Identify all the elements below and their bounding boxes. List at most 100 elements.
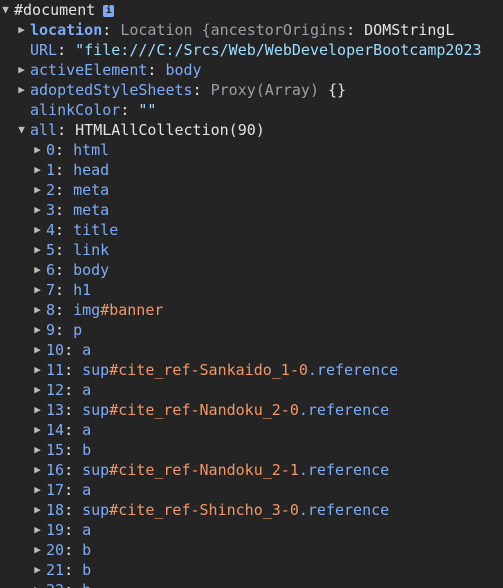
property-value: Location { <box>120 21 211 39</box>
collection-item[interactable]: ▶ 14: a <box>32 420 91 440</box>
collapsed-triangle-icon[interactable]: ▶ <box>32 140 43 160</box>
property-url[interactable]: URL: "file:///C:/Srcs/Web/WebDeveloperBo… <box>16 40 482 60</box>
collection-item[interactable]: ▶ 11: sup#cite_ref-Sankaido_1-0.reference <box>32 360 398 380</box>
collapsed-triangle-icon[interactable]: ▶ <box>16 80 27 100</box>
collection-item[interactable]: ▶ 0: html <box>32 140 109 160</box>
collection-item[interactable]: ▶ 2: meta <box>32 180 109 200</box>
collapsed-triangle-icon[interactable]: ▶ <box>32 400 43 420</box>
collection-separator: : <box>55 141 74 159</box>
collapsed-triangle-icon[interactable]: ▶ <box>32 320 43 340</box>
collection-separator: : <box>64 481 83 499</box>
collection-index: 3 <box>46 201 56 219</box>
collection-index: 2 <box>46 181 56 199</box>
element-tag: a <box>82 341 92 359</box>
property-key: location <box>30 21 103 39</box>
collection-item[interactable]: ▶ 10: a <box>32 340 91 360</box>
property-value: HTMLAllCollection(90) <box>75 121 265 139</box>
element-tag: b <box>82 561 92 579</box>
info-icon[interactable]: i <box>103 4 115 17</box>
collection-item[interactable]: ▶ 6: body <box>32 260 109 280</box>
collection-separator: : <box>64 521 83 539</box>
collapsed-triangle-icon[interactable]: ▶ <box>32 560 43 580</box>
collection-item[interactable]: ▶ 20: b <box>32 540 91 560</box>
element-class: .reference <box>298 501 390 519</box>
collection-item[interactable]: ▶ 4: title <box>32 220 118 240</box>
collapsed-triangle-icon[interactable]: ▶ <box>16 60 27 80</box>
collection-index: 21 <box>46 561 65 579</box>
collapsed-triangle-icon[interactable]: ▶ <box>32 300 43 320</box>
property-value: "file:///C:/Srcs/Web/WebDeveloperBootcam… <box>75 41 482 59</box>
property-detail-value: DOMStringL <box>364 21 455 39</box>
collection-separator: : <box>64 501 83 519</box>
tree-root-document[interactable]: ▼ #document i <box>0 0 115 20</box>
collapsed-triangle-icon[interactable]: ▶ <box>32 240 43 260</box>
collapsed-triangle-icon[interactable]: ▶ <box>32 540 43 560</box>
property-adopted-style-sheets[interactable]: ▶ adoptedStyleSheets: Proxy(Array) {} <box>16 80 346 100</box>
property-value: "" <box>138 101 157 119</box>
property-location[interactable]: ▶ location: Location {ancestorOrigins: DO… <box>16 20 454 40</box>
property-key: alinkColor <box>30 101 121 119</box>
collection-item[interactable]: ▶ 7: h1 <box>32 280 91 300</box>
collapsed-triangle-icon[interactable]: ▶ <box>32 160 43 180</box>
collection-item[interactable]: ▶ 9: p <box>32 320 82 340</box>
property-separator: : <box>192 81 211 99</box>
collapsed-triangle-icon[interactable]: ▶ <box>16 20 27 40</box>
expanded-triangle-icon[interactable]: ▼ <box>0 0 11 20</box>
collection-separator: : <box>55 221 74 239</box>
collapsed-triangle-icon[interactable]: ▶ <box>32 440 43 460</box>
collapsed-triangle-icon[interactable]: ▶ <box>32 500 43 520</box>
collapsed-triangle-icon[interactable]: ▶ <box>32 200 43 220</box>
element-tag: head <box>73 161 110 179</box>
property-separator: : <box>57 41 76 59</box>
collection-index: 13 <box>46 401 65 419</box>
collapsed-triangle-icon[interactable]: ▶ <box>32 280 43 300</box>
collection-item[interactable]: ▶22: b <box>32 580 91 588</box>
collapsed-triangle-icon[interactable]: ▶ <box>32 480 43 500</box>
collection-index: 9 <box>46 321 56 339</box>
element-id: #cite_ref-Nandoku_2-0 <box>109 401 299 419</box>
element-tag: title <box>73 221 119 239</box>
collection-item[interactable]: ▶ 17: a <box>32 480 91 500</box>
element-tag: h1 <box>73 281 92 299</box>
collection-index: 11 <box>46 361 65 379</box>
collection-item[interactable]: ▶ 3: meta <box>32 200 109 220</box>
collapsed-triangle-icon[interactable]: ▶ <box>32 460 43 480</box>
property-active-element[interactable]: ▶ activeElement: body <box>16 60 202 80</box>
collection-item[interactable]: ▶ 21: b <box>32 560 91 580</box>
collection-separator: : <box>64 381 83 399</box>
collapsed-triangle-icon[interactable]: ▶ <box>32 260 43 280</box>
collection-item[interactable]: ▶ 1: head <box>32 160 109 180</box>
collapsed-triangle-icon[interactable]: ▶ <box>32 380 43 400</box>
element-tag: link <box>73 241 110 259</box>
collection-item[interactable]: ▶ 15: b <box>32 440 91 460</box>
property-value: body <box>165 61 202 79</box>
collection-separator: : <box>55 161 74 179</box>
collection-separator: : <box>55 321 74 339</box>
collapsed-triangle-icon[interactable]: ▶ <box>32 580 43 588</box>
property-all[interactable]: ▼ all: HTMLAllCollection(90) <box>16 120 265 140</box>
collection-item[interactable]: ▶ 13: sup#cite_ref-Nandoku_2-0.reference <box>32 400 389 420</box>
collapsed-triangle-icon[interactable]: ▶ <box>32 520 43 540</box>
collection-index: 19 <box>46 521 65 539</box>
collapsed-triangle-icon[interactable]: ▶ <box>32 180 43 200</box>
collapsed-triangle-icon[interactable]: ▶ <box>32 360 43 380</box>
collection-index: 6 <box>46 261 56 279</box>
collapsed-triangle-icon[interactable]: ▶ <box>32 220 43 240</box>
element-tag: body <box>73 261 110 279</box>
collection-separator: : <box>64 441 83 459</box>
collection-index: 15 <box>46 441 65 459</box>
collection-item[interactable]: ▶ 5: link <box>32 240 109 260</box>
element-id: #cite_ref-Nandoku_2-1 <box>109 461 299 479</box>
collection-item[interactable]: ▶ 19: a <box>32 520 91 540</box>
collapsed-triangle-icon[interactable]: ▶ <box>32 340 43 360</box>
property-separator: : <box>147 61 166 79</box>
expanded-triangle-icon[interactable]: ▼ <box>16 120 27 140</box>
collapsed-triangle-icon[interactable]: ▶ <box>32 420 43 440</box>
collection-index: 7 <box>46 281 56 299</box>
collection-item[interactable]: ▶ 16: sup#cite_ref-Nandoku_2-1.reference <box>32 460 389 480</box>
property-alink-color[interactable]: alinkColor: "" <box>16 100 156 120</box>
collection-item[interactable]: ▶ 12: a <box>32 380 91 400</box>
collection-item[interactable]: ▶ 8: img#banner <box>32 300 163 320</box>
collection-separator: : <box>55 201 74 219</box>
collection-item[interactable]: ▶ 18: sup#cite_ref-Shincho_3-0.reference <box>32 500 389 520</box>
